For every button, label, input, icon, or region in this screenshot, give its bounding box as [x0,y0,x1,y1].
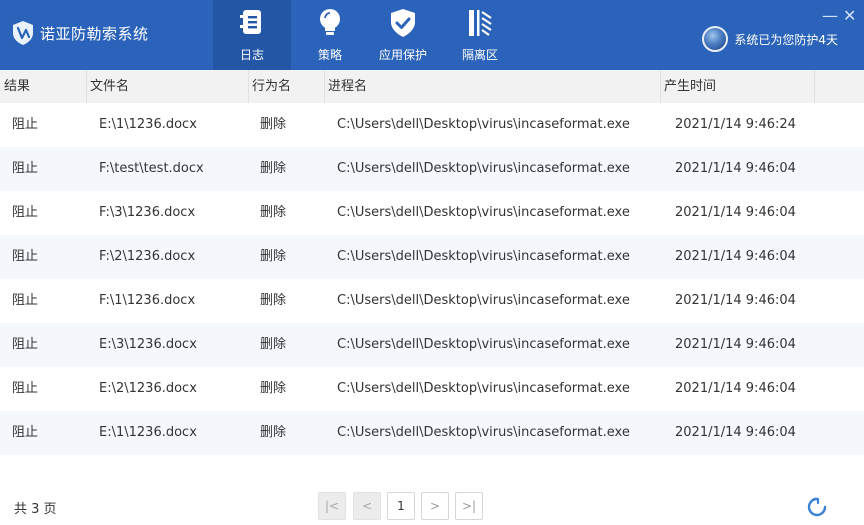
column-process[interactable]: 进程名 [324,70,660,103]
cell-filename: E:\1\1236.docx [99,117,197,132]
cell-process: C:\Users\dell\Desktop\virus\incaseformat… [337,161,630,176]
cell-filename: F:\2\1236.docx [99,249,196,264]
last-page-icon: >| [461,499,477,513]
tab-log[interactable]: 日志 [213,0,291,70]
cell-filename: F:\test\test.docx [99,161,204,176]
protection-status: 系统已为您防护4天 [702,26,838,52]
cell-process: C:\Users\dell\Desktop\virus\incaseformat… [337,249,630,264]
total-pages: 共 3 页 [14,502,57,517]
app-title: 诺亚防勒索系统 [40,24,149,43]
isolation-icon [441,8,519,38]
shield-check-icon [364,8,442,38]
cell-result: 阻止 [12,337,39,352]
tab-policy[interactable]: 策略 [291,0,369,70]
table-row[interactable]: 阻止 E:\2\1236.docx 删除 C:\Users\dell\Deskt… [0,367,864,411]
cell-filename: E:\1\1236.docx [99,425,197,440]
first-page-icon: |< [324,499,340,513]
next-page-icon: > [429,499,441,513]
cell-filename: E:\3\1236.docx [99,337,197,352]
cell-action: 删除 [260,337,287,352]
table-row[interactable]: 阻止 F:\2\1236.docx 删除 C:\Users\dell\Deskt… [0,235,864,279]
cell-process: C:\Users\dell\Desktop\virus\incaseformat… [337,337,630,352]
prev-page-icon: < [361,499,373,513]
cell-time: 2021/1/14 9:46:24 [675,117,796,132]
table-row[interactable]: 阻止 F:\test\test.docx 删除 C:\Users\dell\De… [0,147,864,191]
cell-time: 2021/1/14 9:46:04 [675,293,796,308]
first-page-button[interactable]: |< [318,492,346,520]
tab-quarantine[interactable]: 隔离区 [441,0,519,70]
cell-result: 阻止 [12,161,39,176]
cell-result: 阻止 [12,117,39,132]
cell-action: 删除 [260,117,287,132]
table-row[interactable]: 阻止 F:\1\1236.docx 删除 C:\Users\dell\Deskt… [0,279,864,323]
brand: 诺亚防勒索系统 [12,20,149,46]
tab-app-protection[interactable]: 应用保护 [364,0,442,70]
cell-time: 2021/1/14 9:46:04 [675,337,796,352]
cell-process: C:\Users\dell\Desktop\virus\incaseformat… [337,381,630,396]
cell-result: 阻止 [12,425,39,440]
next-page-button[interactable]: > [421,492,449,520]
lightbulb-icon [291,8,369,38]
refresh-icon[interactable] [806,496,828,518]
tab-quarantine-label: 隔离区 [461,48,498,62]
cell-result: 阻止 [12,293,39,308]
cell-action: 删除 [260,381,287,396]
tab-policy-label: 策略 [317,48,342,62]
column-result[interactable]: 结果 [0,70,86,103]
cell-time: 2021/1/14 9:46:04 [675,161,796,176]
cell-result: 阻止 [12,205,39,220]
cell-process: C:\Users\dell\Desktop\virus\incaseformat… [337,293,630,308]
cell-action: 删除 [260,161,287,176]
table-header: 结果 文件名 行为名 进程名 产生时间 [0,70,864,103]
current-page[interactable]: 1 [387,492,415,520]
column-action[interactable]: 行为名 [248,70,324,103]
tab-app-protection-label: 应用保护 [378,48,427,62]
cell-action: 删除 [260,425,287,440]
cell-time: 2021/1/14 9:46:04 [675,205,796,220]
current-page-number: 1 [397,499,405,513]
cell-process: C:\Users\dell\Desktop\virus\incaseformat… [337,425,630,440]
cell-time: 2021/1/14 9:46:04 [675,425,796,440]
prev-page-button[interactable]: < [353,492,381,520]
cell-result: 阻止 [12,249,39,264]
app-header: 诺亚防勒索系统 日志 策略 应用保护 隔离区 系统已为您防护4天 — ✕ [0,0,864,70]
column-filename[interactable]: 文件名 [86,70,248,103]
table-row[interactable]: 阻止 E:\1\1236.docx 删除 C:\Users\dell\Deskt… [0,411,864,455]
avatar [702,26,729,52]
table-row[interactable]: 阻止 E:\1\1236.docx 删除 C:\Users\dell\Deskt… [0,103,864,147]
cell-action: 删除 [260,293,287,308]
log-icon [213,8,291,38]
close-button[interactable]: ✕ [843,6,856,25]
cell-process: C:\Users\dell\Desktop\virus\incaseformat… [337,117,630,132]
cell-filename: F:\1\1236.docx [99,293,196,308]
cell-filename: F:\3\1236.docx [99,205,196,220]
tab-log-label: 日志 [239,48,264,62]
table-row[interactable]: 阻止 E:\3\1236.docx 删除 C:\Users\dell\Deskt… [0,323,864,367]
last-page-button[interactable]: >| [455,492,483,520]
protection-status-text: 系统已为您防护4天 [734,32,838,47]
cell-process: C:\Users\dell\Desktop\virus\incaseformat… [337,205,630,220]
table-row[interactable]: 阻止 F:\3\1236.docx 删除 C:\Users\dell\Deskt… [0,191,864,235]
column-time[interactable]: 产生时间 [660,70,814,103]
cell-action: 删除 [260,205,287,220]
minimize-button[interactable]: — [822,6,838,25]
cell-filename: E:\2\1236.docx [99,381,197,396]
cell-time: 2021/1/14 9:46:04 [675,249,796,264]
cell-time: 2021/1/14 9:46:04 [675,381,796,396]
cell-action: 删除 [260,249,287,264]
cell-result: 阻止 [12,381,39,396]
app-logo-icon [13,21,33,45]
